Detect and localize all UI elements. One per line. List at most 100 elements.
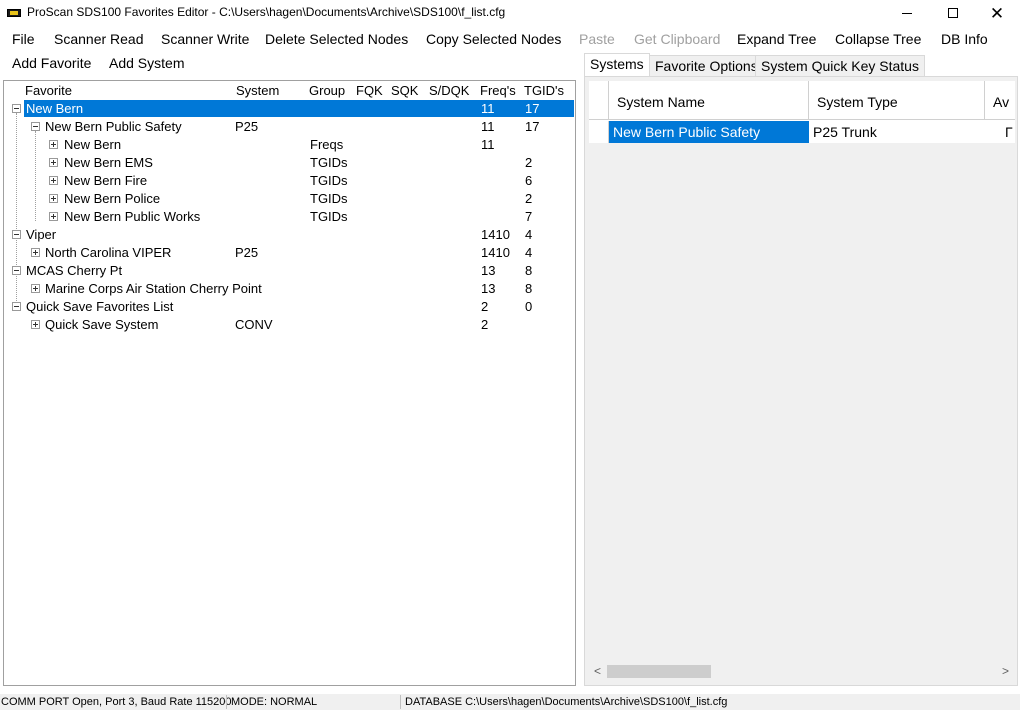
expand-icon[interactable] [31,320,40,329]
menu-paste[interactable]: Paste [579,31,615,47]
menu-delete-selected-nodes[interactable]: Delete Selected Nodes [265,31,408,47]
tree-row-group[interactable]: New Bern Police TGIDs 2 [4,190,575,208]
tree-row-favorite[interactable]: MCAS Cherry Pt 13 8 [4,262,575,280]
menu-get-clipboard[interactable]: Get Clipboard [634,31,720,47]
column-group[interactable]: Group [309,83,345,98]
row-freqs: 1410 [481,227,510,242]
row-tgids: 4 [525,227,533,242]
tree-row-system[interactable]: North Carolina VIPER P25 1410 4 [4,244,575,262]
tree-row-system[interactable]: New Bern Public Safety P25 11 17 [4,118,575,136]
grid-row[interactable]: New Bern Public Safety P25 Trunk Γ [589,121,1015,143]
menu-scanner-write[interactable]: Scanner Write [161,31,249,47]
scroll-thumb[interactable] [607,665,711,678]
row-name: New Bern Fire [64,173,148,188]
tree-row-favorite[interactable]: Viper 1410 4 [4,226,575,244]
row-name: New Bern Public Works [64,209,201,224]
menu-collapse-tree[interactable]: Collapse Tree [835,31,921,47]
tree-row-group[interactable]: New Bern Freqs 11 [4,136,575,154]
menu-copy-selected-nodes[interactable]: Copy Selected Nodes [426,31,561,47]
row-name: Viper [26,227,57,242]
add-favorite-button[interactable]: Add Favorite [12,55,91,71]
grid-header: System Name System Type Av [589,81,1015,120]
expand-icon[interactable] [49,158,58,167]
close-button[interactable]: ✕ [974,0,1020,26]
row-tgids: 2 [525,191,533,206]
row-name: Marine Corps Air Station Cherry Point [45,281,262,296]
tree-column-header: Favorite System Group FQK SQK S/DQK Freq… [4,81,575,99]
minimize-icon [902,12,912,14]
minimize-button[interactable] [884,0,930,26]
tree-row-group[interactable]: New Bern EMS TGIDs 2 [4,154,575,172]
row-system: CONV [235,317,273,332]
row-name: Quick Save Favorites List [26,299,174,314]
expand-icon[interactable] [49,194,58,203]
menu-scanner-read[interactable]: Scanner Read [54,31,144,47]
row-group: TGIDs [310,155,348,170]
status-database: DATABASE C:\Users\hagen\Documents\Archiv… [405,696,728,708]
cell-system-type[interactable]: P25 Trunk [809,121,985,143]
menu-expand-tree[interactable]: Expand Tree [737,31,816,47]
column-system-type[interactable]: System Type [809,81,985,120]
collapse-icon[interactable] [31,122,40,131]
column-fqk[interactable]: FQK [356,83,383,98]
collapse-icon[interactable] [12,230,21,239]
row-header-cell[interactable] [589,121,609,143]
column-av[interactable]: Av [985,81,1015,120]
favorites-tree[interactable]: Favorite System Group FQK SQK S/DQK Freq… [3,80,576,686]
tree-row-group[interactable]: New Bern Public Works TGIDs 7 [4,208,575,226]
collapse-icon[interactable] [12,302,21,311]
cell-system-name[interactable]: New Bern Public Safety [609,121,809,143]
row-name: New Bern Public Safety [45,119,182,134]
expand-icon[interactable] [31,284,40,293]
row-freqs: 13 [481,281,496,296]
tab-system-quick-key-status[interactable]: System Quick Key Status [755,55,925,76]
row-name: North Carolina VIPER [45,245,172,260]
column-sdqk[interactable]: S/DQK [429,83,469,98]
cell-av[interactable]: Γ [985,121,1015,143]
tree-row-system[interactable]: Marine Corps Air Station Cherry Point 13… [4,280,575,298]
row-tgids: 17 [525,101,540,116]
column-freqs[interactable]: Freq's [480,83,516,98]
add-system-button[interactable]: Add System [109,55,184,71]
row-group: Freqs [310,137,344,152]
tree-row-favorite[interactable]: New Bern 11 17 [4,100,575,118]
expand-icon[interactable] [49,176,58,185]
tree-row-group[interactable]: New Bern Fire TGIDs 6 [4,172,575,190]
row-tgids: 8 [525,263,533,278]
horizontal-scrollbar[interactable]: < > [589,662,1015,681]
column-favorite[interactable]: Favorite [25,83,72,98]
row-group: TGIDs [310,191,348,206]
menu-file[interactable]: File [12,31,35,47]
tab-favorite-options[interactable]: Favorite Options [649,55,764,76]
scroll-left-icon[interactable]: < [594,664,601,678]
column-sqk[interactable]: SQK [391,83,418,98]
menu-bar: File Scanner Read Scanner Write Delete S… [0,29,1020,51]
expand-icon[interactable] [31,248,40,257]
column-tgids[interactable]: TGID's [524,83,564,98]
tree-row-favorite[interactable]: Quick Save Favorites List 2 0 [4,298,575,316]
tab-systems[interactable]: Systems [584,53,650,76]
row-tgids: 0 [525,299,533,314]
expand-icon[interactable] [49,212,58,221]
row-tgids: 17 [525,119,540,134]
status-divider [400,695,401,709]
row-freqs: 11 [481,101,495,116]
close-icon: ✕ [989,3,1005,23]
row-system: P25 [235,245,259,260]
row-tgids: 7 [525,209,533,224]
column-system[interactable]: System [236,83,279,98]
collapse-icon[interactable] [12,104,21,113]
tree-row-system[interactable]: Quick Save System CONV 2 [4,316,575,334]
expand-icon[interactable] [49,140,58,149]
title-bar: ProScan SDS100 Favorites Editor - C:\Use… [0,0,1020,26]
row-freqs: 2 [481,317,489,332]
systems-grid[interactable]: System Name System Type Av New Bern Publ… [589,81,1015,143]
maximize-button[interactable] [930,0,976,26]
row-name: New Bern [64,137,122,152]
scroll-right-icon[interactable]: > [1002,664,1009,678]
row-tgids: 4 [525,245,533,260]
window-title: ProScan SDS100 Favorites Editor - C:\Use… [27,5,506,19]
collapse-icon[interactable] [12,266,21,275]
menu-db-info[interactable]: DB Info [941,31,988,47]
column-system-name[interactable]: System Name [609,81,809,120]
